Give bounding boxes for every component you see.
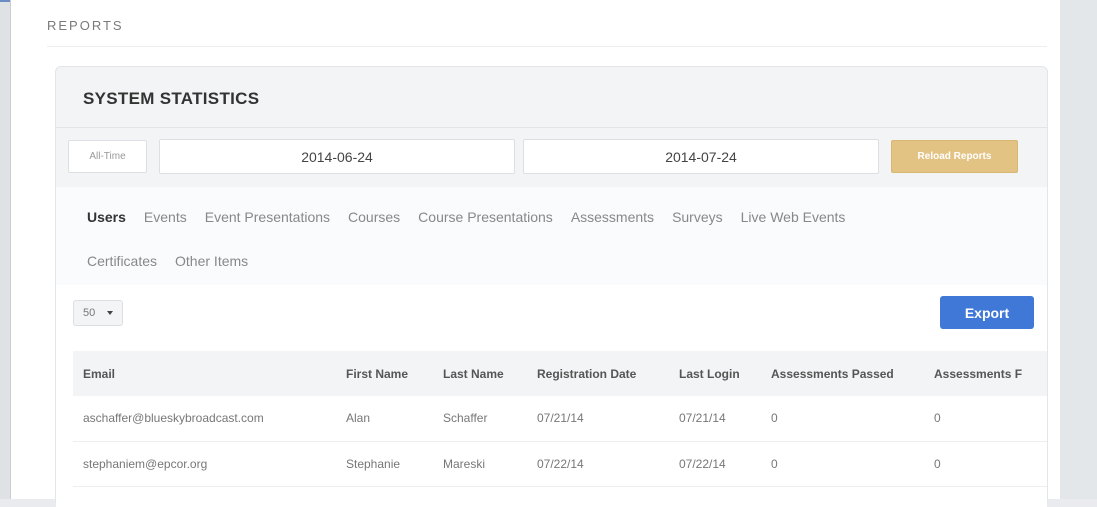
reload-reports-button[interactable]: Reload Reports [891, 140, 1018, 173]
tab-assessments[interactable]: Assessments [571, 209, 654, 225]
cell-last-name: Mareski [433, 441, 527, 487]
start-date-input[interactable]: 2014-06-24 [159, 139, 515, 174]
tab-row-2: Certificates Other Items [87, 253, 266, 269]
cell-last-name: Schaffer [433, 396, 527, 442]
heading-divider [47, 46, 1047, 47]
table-row: aschaffer@blueskybroadcast.com Alan Scha… [73, 396, 1047, 442]
column-header-last-login[interactable]: Last Login [669, 351, 761, 396]
system-statistics-panel: SYSTEM STATISTICS All-Time 2014-06-24 20… [55, 66, 1048, 507]
table-row: stephaniem@epcor.org Stephanie Mareski 0… [73, 441, 1047, 487]
cell-first-name: Alan [336, 396, 433, 442]
tab-other-items[interactable]: Other Items [175, 253, 248, 269]
report-tabs: Users Events Event Presentations Courses… [56, 187, 1047, 285]
cell-assessments-failed: 0 [924, 441, 1047, 487]
users-table: Email First Name Last Name Registration … [73, 351, 1047, 487]
cell-assessments-failed: 0 [924, 396, 1047, 442]
chevron-down-icon [107, 311, 113, 315]
tab-event-presentations[interactable]: Event Presentations [205, 209, 330, 225]
panel-title-divider [56, 127, 1047, 128]
tab-users[interactable]: Users [87, 209, 126, 225]
column-header-email[interactable]: Email [73, 351, 336, 396]
column-header-assessments-passed[interactable]: Assessments Passed [761, 351, 924, 396]
cell-assessments-passed: 0 [761, 396, 924, 442]
column-header-first-name[interactable]: First Name [336, 351, 433, 396]
cell-registration-date: 07/21/14 [527, 396, 669, 442]
page-title: REPORTS [47, 18, 124, 33]
all-time-button[interactable]: All-Time [68, 140, 147, 173]
page-size-select[interactable]: 50 [73, 300, 123, 326]
tab-events[interactable]: Events [144, 209, 187, 225]
page-size-value: 50 [83, 307, 96, 319]
export-button[interactable]: Export [940, 296, 1034, 329]
column-header-registration-date[interactable]: Registration Date [527, 351, 669, 396]
cell-first-name: Stephanie [336, 441, 433, 487]
right-gutter [1060, 0, 1097, 499]
cell-email: stephaniem@epcor.org [73, 441, 336, 487]
main-content: REPORTS SYSTEM STATISTICS All-Time 2014-… [10, 0, 1060, 507]
tab-row-1: Users Events Event Presentations Courses… [87, 209, 863, 225]
cell-last-login: 07/22/14 [669, 441, 761, 487]
end-date-input[interactable]: 2014-07-24 [523, 139, 879, 174]
cell-last-login: 07/21/14 [669, 396, 761, 442]
tab-certificates[interactable]: Certificates [87, 253, 157, 269]
tab-courses[interactable]: Courses [348, 209, 400, 225]
tab-live-web-events[interactable]: Live Web Events [741, 209, 846, 225]
tab-course-presentations[interactable]: Course Presentations [418, 209, 553, 225]
column-header-last-name[interactable]: Last Name [433, 351, 527, 396]
cell-registration-date: 07/22/14 [527, 441, 669, 487]
report-content: 50 Export Email First Name Last Name Reg… [56, 285, 1047, 507]
table-header-row: Email First Name Last Name Registration … [73, 351, 1047, 396]
page: REPORTS SYSTEM STATISTICS All-Time 2014-… [0, 0, 1097, 507]
cell-email: aschaffer@blueskybroadcast.com [73, 396, 336, 442]
panel-title: SYSTEM STATISTICS [83, 89, 260, 108]
tab-surveys[interactable]: Surveys [672, 209, 723, 225]
column-header-assessments-failed[interactable]: Assessments F [924, 351, 1047, 396]
cell-assessments-passed: 0 [761, 441, 924, 487]
